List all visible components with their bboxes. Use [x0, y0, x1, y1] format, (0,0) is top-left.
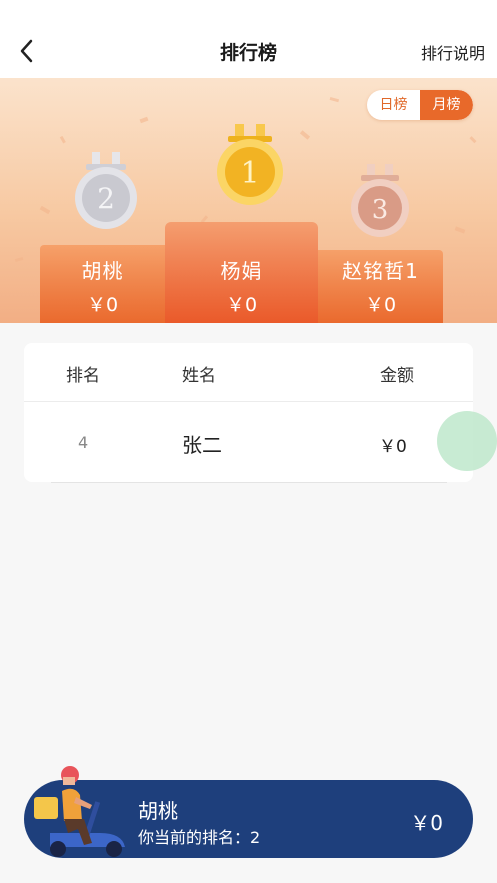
first-place-name: 杨娟 — [220, 259, 263, 283]
header-rank: 排名 — [66, 366, 100, 386]
third-place-amount: ￥0 — [364, 294, 397, 316]
period-toggle: 日榜 月榜 — [367, 90, 473, 120]
medal-rank-label: 1 — [240, 156, 259, 191]
third-place-name: 赵铭哲1 — [342, 259, 419, 283]
ranking-table: 排名 姓名 金额 4 张二 ￥0 — [24, 343, 473, 482]
header-amount: 金额 — [380, 366, 414, 386]
bronze-medal-icon: 3 — [351, 164, 409, 237]
floating-assistive-button[interactable] — [437, 411, 497, 471]
ranking-rules-link[interactable]: 排行说明 — [421, 40, 485, 64]
row-divider — [51, 482, 447, 483]
podium-first-place[interactable]: 杨娟 ￥0 — [165, 222, 318, 323]
second-place-amount: ￥0 — [86, 294, 119, 316]
month-ranking-tab[interactable]: 月榜 — [420, 90, 473, 120]
day-ranking-tab[interactable]: 日榜 — [367, 90, 420, 120]
table-header: 排名 姓名 金额 — [24, 343, 473, 402]
delivery-rider-icon — [34, 766, 125, 857]
table-row[interactable]: 4 张二 ￥0 — [24, 402, 473, 482]
silver-medal-icon: 2 — [75, 152, 137, 229]
podium-third-place[interactable]: 赵铭哲1 ￥0 — [318, 250, 443, 323]
medal-rank-label: 2 — [97, 182, 115, 215]
my-amount: ￥0 — [410, 811, 443, 835]
podium-second-place[interactable]: 胡桃 ￥0 — [40, 245, 165, 323]
second-place-name: 胡桃 — [81, 259, 124, 283]
top-navigation-bar: 排行榜 排行说明 — [0, 0, 497, 78]
first-place-amount: ￥0 — [225, 294, 258, 316]
header-name: 姓名 — [182, 366, 216, 386]
gold-medal-icon: 1 — [217, 124, 283, 205]
medal-rank-label: 3 — [372, 195, 389, 225]
row-amount: ￥0 — [379, 437, 407, 457]
my-rank-text: 你当前的排名：2 — [138, 828, 261, 847]
row-name: 张二 — [182, 433, 222, 457]
row-rank: 4 — [78, 433, 89, 452]
my-name: 胡桃 — [138, 799, 178, 823]
